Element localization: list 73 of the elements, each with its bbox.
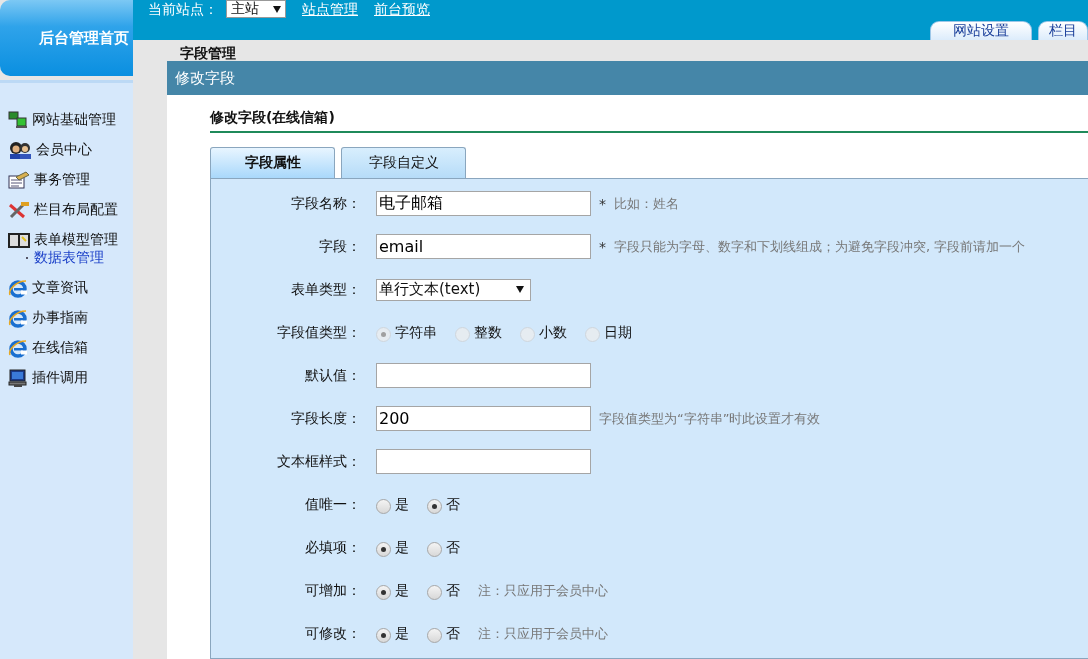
type-select[interactable]: 单行文本(text)	[376, 278, 531, 301]
form-tab[interactable]: 字段自定义	[341, 147, 466, 178]
radio-button[interactable]	[376, 542, 391, 557]
input-field[interactable]: 200	[376, 406, 591, 431]
field-hint: 比如：姓名	[614, 194, 679, 213]
sidebar-item[interactable]: 文章资讯	[8, 273, 133, 303]
radio-label: 否	[446, 624, 460, 643]
radio-label: 日期	[604, 323, 632, 342]
site-select[interactable]: 主站	[226, 0, 286, 18]
required-mark: *	[599, 238, 606, 255]
field-label: 文本框样式：	[276, 452, 361, 471]
field-hint: 字段值类型为“字符串”时此设置才有效	[599, 409, 821, 428]
page-title: 字段管理	[179, 44, 237, 61]
sidebar-item[interactable]: 事务管理	[8, 165, 133, 195]
sidebar-item[interactable]: 网站基础管理	[8, 105, 133, 135]
radio-button[interactable]	[427, 628, 442, 643]
sidebar-item[interactable]: 栏目布局配置	[8, 195, 133, 225]
radio-button[interactable]	[427, 499, 442, 514]
field-label: 可修改：	[304, 624, 361, 643]
radio-button[interactable]	[376, 499, 391, 514]
radio-button[interactable]	[427, 542, 442, 557]
radio-label: 是	[395, 581, 409, 600]
field-hint: 注：只应用于会员中心	[478, 624, 608, 643]
tools-icon	[8, 201, 30, 219]
site-label: 当前站点：	[148, 1, 218, 19]
dialog-title: 修改字段	[167, 61, 1088, 95]
field-label: 值唯一：	[304, 495, 361, 514]
field-label: 表单类型：	[290, 280, 361, 299]
input-field[interactable]: 电子邮箱	[376, 191, 591, 216]
radio-label: 否	[446, 538, 460, 557]
radio-button[interactable]	[427, 585, 442, 600]
radio-label: 字符串	[395, 323, 437, 342]
field-hint: 注：只应用于会员中心	[478, 581, 608, 600]
sidebar-item[interactable]: 在线信箱	[8, 333, 133, 363]
input-field[interactable]: email	[376, 234, 591, 259]
field-hint: 字段只能为字母、数字和下划线组成；为避免字段冲突, 字段前请加一个	[614, 237, 1026, 256]
field-label: 必填项：	[304, 538, 361, 557]
sidebar-item[interactable]: 会员中心	[8, 135, 133, 165]
caret-icon	[516, 286, 524, 293]
browser-e-icon	[8, 308, 28, 328]
radio-label: 是	[395, 624, 409, 643]
radio-label: 整数	[474, 323, 502, 342]
radio-button[interactable]	[376, 628, 391, 643]
radio-label: 是	[395, 538, 409, 557]
required-mark: *	[599, 195, 606, 212]
form-heading: 修改字段(在线信箱)	[210, 109, 1088, 133]
radio-button[interactable]	[376, 585, 391, 600]
top-tab[interactable]: 网站设置	[930, 21, 1032, 40]
field-label: 字段值类型：	[276, 323, 361, 342]
computer-icon	[8, 368, 28, 388]
sidebar-item[interactable]: 办事指南	[8, 303, 133, 333]
browser-e-icon	[8, 278, 28, 298]
field-label: 可增加：	[304, 581, 361, 600]
input-field[interactable]	[376, 449, 591, 474]
radio-label: 是	[395, 495, 409, 514]
sidebar-item[interactable]: 插件调用	[8, 363, 133, 393]
top-tab[interactable]: 栏目	[1038, 21, 1088, 40]
caret-icon	[273, 5, 281, 13]
field-label: 默认值：	[304, 366, 361, 385]
document-icon	[8, 171, 30, 189]
field-label: 字段长度：	[290, 409, 361, 428]
radio-label: 否	[446, 495, 460, 514]
network-icon	[8, 111, 28, 129]
radio-label: 否	[446, 581, 460, 600]
input-field[interactable]	[376, 363, 591, 388]
radio-label: 小数	[539, 323, 567, 342]
form-tab[interactable]: 字段属性	[210, 147, 335, 178]
sidebar-subitem[interactable]: 数据表管理	[26, 249, 133, 267]
field-label: 字段名称：	[290, 194, 361, 213]
field-label: 字段：	[318, 237, 361, 256]
browser-e-icon	[8, 338, 28, 358]
users-icon	[8, 140, 32, 160]
book-icon	[8, 231, 30, 249]
